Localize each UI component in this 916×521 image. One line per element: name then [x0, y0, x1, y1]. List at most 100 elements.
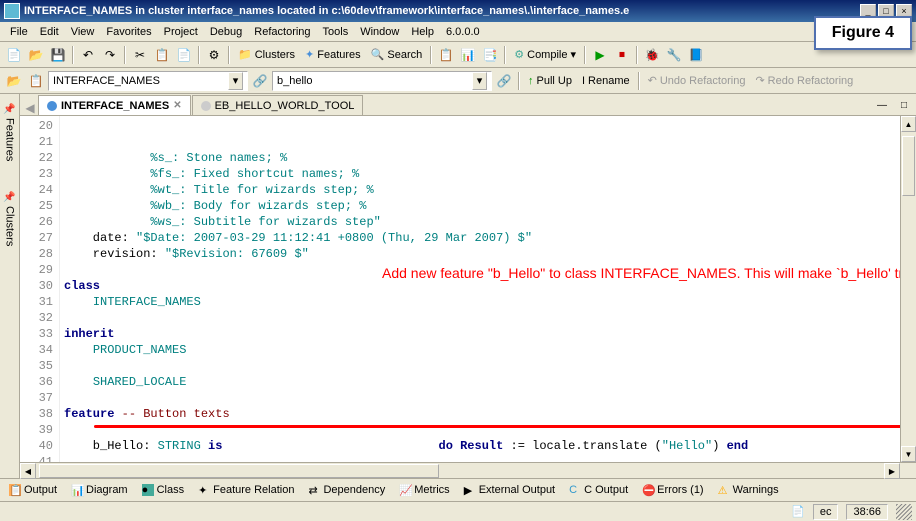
- btab-metrics[interactable]: 📈Metrics: [392, 481, 456, 499]
- btab-feature-relation[interactable]: ✦Feature Relation: [191, 481, 301, 499]
- side-tab-features[interactable]: 📌 Features: [2, 98, 18, 166]
- code-line[interactable]: %s_: Stone names; %: [64, 150, 896, 166]
- save-icon[interactable]: 💾: [48, 45, 68, 65]
- code-line[interactable]: [64, 390, 896, 406]
- redo-icon[interactable]: ↷: [100, 45, 120, 65]
- feature-link-icon[interactable]: 🔗: [494, 71, 514, 91]
- code-line[interactable]: [64, 358, 896, 374]
- paste-icon[interactable]: 📄: [174, 45, 194, 65]
- btab-external-output[interactable]: ▶External Output: [457, 481, 562, 499]
- menu-file[interactable]: File: [4, 24, 34, 40]
- run-icon[interactable]: ▶: [590, 45, 610, 65]
- code-line[interactable]: SHARED_LOCALE: [64, 374, 896, 390]
- menu-project[interactable]: Project: [158, 24, 204, 40]
- resize-grip-icon[interactable]: [896, 504, 912, 520]
- code-line[interactable]: b_Hello: STRING is do Result := locale.t…: [64, 438, 896, 454]
- open-icon[interactable]: 📂: [26, 45, 46, 65]
- vertical-scrollbar[interactable]: ▲ ▼: [900, 116, 916, 462]
- scroll-left-icon[interactable]: ◀: [20, 463, 36, 479]
- code-line[interactable]: INTERFACE_NAMES: [64, 294, 896, 310]
- pin-icon: 📌: [4, 190, 15, 202]
- code-line[interactable]: %ws_: Subtitle for wizards step": [64, 214, 896, 230]
- clusters-button[interactable]: 📁Clusters: [234, 48, 299, 61]
- tab-interface-names[interactable]: INTERFACE_NAMES ✕: [38, 95, 191, 115]
- code-line[interactable]: inherit: [64, 326, 896, 342]
- bottom-tabs: 📋Output 📊Diagram ●Class ✦Feature Relatio…: [0, 478, 916, 501]
- btab-c-output[interactable]: CC Output: [562, 481, 635, 499]
- debug-icon-2[interactable]: 🔧: [664, 45, 684, 65]
- code-line[interactable]: revision: "$Revision: 67609 $": [64, 246, 896, 262]
- search-button[interactable]: 🔍Search: [367, 48, 427, 61]
- maximize-panel-icon[interactable]: □: [894, 95, 914, 115]
- class-link-icon[interactable]: 🔗: [250, 71, 270, 91]
- btab-diagram[interactable]: 📊Diagram: [64, 481, 135, 499]
- code-line[interactable]: date: "$Date: 2007-03-29 11:12:41 +0800 …: [64, 230, 896, 246]
- code-line[interactable]: %fs_: Fixed shortcut names; %: [64, 166, 896, 182]
- feature-dropdown[interactable]: b_hello ▾: [272, 71, 492, 91]
- menu-help[interactable]: Help: [405, 24, 440, 40]
- menu-tools[interactable]: Tools: [317, 24, 355, 40]
- new-icon[interactable]: 📄: [4, 45, 24, 65]
- version-label: 6.0.0.0: [440, 24, 486, 40]
- code-editor[interactable]: 2021222324252627282930313233343536373839…: [20, 116, 916, 462]
- tool-icon-3[interactable]: 📑: [480, 45, 500, 65]
- tool-icon-1[interactable]: 📋: [436, 45, 456, 65]
- tab-hello-world[interactable]: EB_HELLO_WORLD_TOOL: [192, 95, 364, 115]
- class-dropdown-value: INTERFACE_NAMES: [53, 75, 160, 87]
- code-area[interactable]: %s_: Stone names; % %fs_: Fixed shortcut…: [60, 116, 900, 462]
- copy-icon[interactable]: 📋: [152, 45, 172, 65]
- btab-dependency[interactable]: ⇄Dependency: [301, 481, 392, 499]
- scroll-thumb-h[interactable]: [39, 464, 439, 478]
- code-line[interactable]: %wb_: Body for wizards step; %: [64, 198, 896, 214]
- menu-window[interactable]: Window: [354, 24, 405, 40]
- close-icon[interactable]: ✕: [173, 100, 181, 111]
- code-line[interactable]: PRODUCT_NAMES: [64, 342, 896, 358]
- menu-edit[interactable]: Edit: [34, 24, 65, 40]
- settings-icon[interactable]: ⚙: [204, 45, 224, 65]
- minimize-panel-icon[interactable]: —: [872, 95, 892, 115]
- tabbar: ◀ INTERFACE_NAMES ✕ EB_HELLO_WORLD_TOOL …: [20, 94, 916, 116]
- rename-button[interactable]: IRename: [578, 75, 634, 87]
- tool-icon-2[interactable]: 📊: [458, 45, 478, 65]
- chevron-down-icon[interactable]: ▾: [228, 72, 243, 90]
- menu-debug[interactable]: Debug: [204, 24, 248, 40]
- scroll-up-icon[interactable]: ▲: [901, 116, 916, 132]
- features-button[interactable]: ✦Features: [301, 48, 365, 61]
- btab-class[interactable]: ●Class: [135, 481, 192, 499]
- btab-output[interactable]: 📋Output: [2, 481, 64, 499]
- statusbar: 📄 ec 38:66: [0, 501, 916, 521]
- debug-icon-1[interactable]: 🐞: [642, 45, 662, 65]
- scroll-thumb[interactable]: [902, 136, 915, 196]
- stop-icon[interactable]: ⏹: [612, 45, 632, 65]
- nav-icon-1[interactable]: 📂: [4, 71, 24, 91]
- debug-icon-3[interactable]: 📘: [686, 45, 706, 65]
- code-line[interactable]: [64, 454, 896, 462]
- menu-view[interactable]: View: [65, 24, 101, 40]
- chevron-down-icon[interactable]: ▾: [472, 72, 487, 90]
- code-line[interactable]: [64, 310, 896, 326]
- scroll-down-icon[interactable]: ▼: [901, 446, 916, 462]
- undo-icon[interactable]: ↶: [78, 45, 98, 65]
- side-tab-clusters[interactable]: 📌 Clusters: [2, 186, 18, 251]
- nav-icon-2[interactable]: 📋: [26, 71, 46, 91]
- annotation-underline: [94, 425, 900, 428]
- window-title: INTERFACE_NAMES in cluster interface_nam…: [24, 5, 860, 17]
- undo-refactoring-button[interactable]: ↶Undo Refactoring: [644, 74, 750, 87]
- compile-button[interactable]: ⚙Compile▾: [510, 48, 580, 61]
- scroll-right-icon[interactable]: ▶: [884, 463, 900, 479]
- redo-refactoring-button[interactable]: ↷Redo Refactoring: [751, 74, 857, 87]
- menu-refactoring[interactable]: Refactoring: [248, 24, 316, 40]
- status-pos: 38:66: [846, 504, 888, 520]
- btab-errors[interactable]: ⛔Errors (1): [635, 481, 710, 499]
- btab-warnings[interactable]: ⚠Warnings: [711, 481, 786, 499]
- code-line[interactable]: feature -- Button texts: [64, 406, 896, 422]
- cut-icon[interactable]: ✂: [130, 45, 150, 65]
- menubar: File Edit View Favorites Project Debug R…: [0, 22, 916, 42]
- titlebar: INTERFACE_NAMES in cluster interface_nam…: [0, 0, 916, 22]
- menu-favorites[interactable]: Favorites: [100, 24, 157, 40]
- horizontal-scrollbar[interactable]: ◀ ▶: [20, 462, 916, 478]
- code-line[interactable]: %wt_: Title for wizards step; %: [64, 182, 896, 198]
- class-dropdown[interactable]: INTERFACE_NAMES ▾: [48, 71, 248, 91]
- tab-nav-left-icon[interactable]: ◀: [25, 101, 34, 115]
- pullup-button[interactable]: ↑Pull Up: [524, 75, 576, 87]
